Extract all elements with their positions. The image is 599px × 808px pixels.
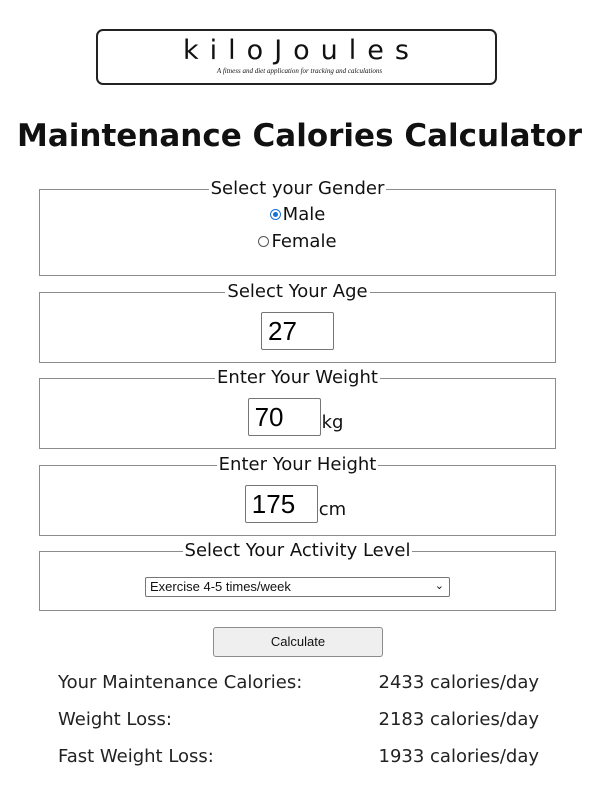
male-radio[interactable]	[269, 209, 281, 220]
activity-legend: Select Your Activity Level	[184, 540, 411, 561]
result-row-weight-loss: Weight Loss: 2183 calories/day	[58, 705, 539, 742]
age-fieldset: Select Your Age	[39, 282, 556, 363]
height-unit: cm	[318, 499, 347, 520]
gender-fieldset: Select your Gender Male Female	[39, 179, 556, 276]
chevron-down-icon: ⌄	[434, 580, 444, 592]
female-label: Female	[271, 231, 337, 252]
weight-input[interactable]	[247, 398, 321, 436]
result-row-maintenance: Your Maintenance Calories: 2433 calories…	[58, 668, 539, 705]
activity-selected-value: Exercise 4-5 times/week	[150, 579, 291, 594]
logo-title: kiloJoules	[183, 35, 420, 66]
result-label: Fast Weight Loss:	[58, 746, 214, 767]
male-label: Male	[282, 204, 326, 225]
results-panel: Your Maintenance Calories: 2433 calories…	[58, 668, 539, 779]
weight-unit: kg	[321, 412, 344, 433]
calculate-button[interactable]: Calculate	[213, 627, 383, 657]
result-label: Weight Loss:	[58, 709, 172, 730]
result-value: 2183 calories/day	[378, 709, 540, 730]
height-fieldset: Enter Your Height cm	[39, 455, 556, 536]
weight-fieldset: Enter Your Weight kg	[39, 368, 556, 449]
female-radio[interactable]	[258, 236, 270, 247]
height-legend: Enter Your Height	[218, 454, 377, 475]
activity-select[interactable]: Exercise 4-5 times/week ⌄	[145, 577, 450, 597]
age-input[interactable]	[261, 312, 334, 350]
weight-legend: Enter Your Weight	[217, 367, 378, 388]
gender-legend: Select your Gender	[210, 178, 385, 199]
result-label: Your Maintenance Calories:	[58, 672, 303, 693]
logo-tagline: A fitness and diet application for track…	[216, 67, 383, 75]
result-value: 2433 calories/day	[378, 672, 540, 693]
page-title: Maintenance Calories Calculator	[16, 118, 583, 154]
gender-option-female[interactable]: Female	[40, 228, 555, 255]
result-value: 1933 calories/day	[378, 746, 540, 767]
age-legend: Select Your Age	[227, 281, 368, 302]
app-logo: kiloJoules A fitness and diet applicatio…	[96, 29, 497, 85]
activity-fieldset: Select Your Activity Level Exercise 4-5 …	[39, 541, 556, 611]
gender-option-male[interactable]: Male	[40, 201, 555, 228]
result-row-fast-weight-loss: Fast Weight Loss: 1933 calories/day	[58, 742, 539, 779]
height-input[interactable]	[244, 485, 318, 523]
